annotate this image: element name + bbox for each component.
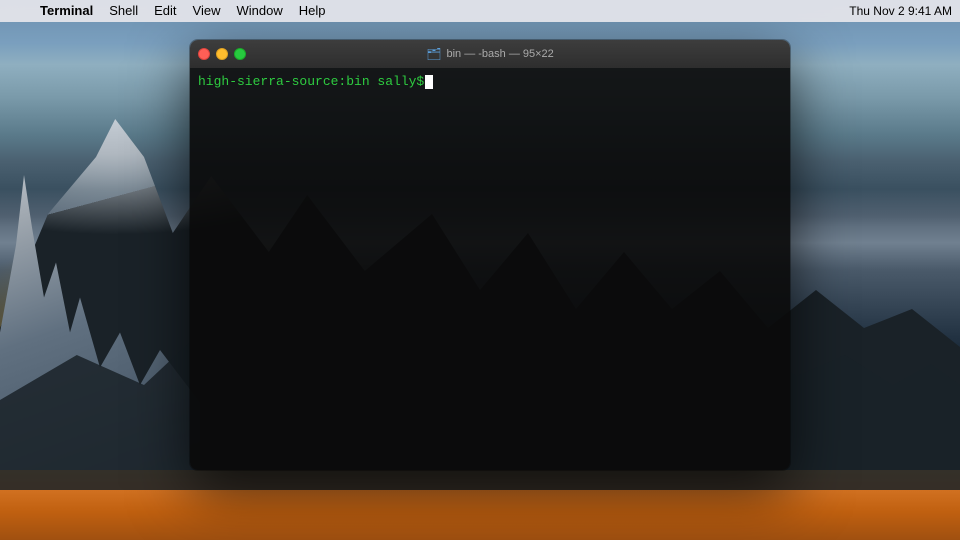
close-button[interactable] — [198, 48, 210, 60]
traffic-lights — [198, 48, 246, 60]
folder-icon: 🗂 — [426, 47, 441, 61]
menu-shell[interactable]: Shell — [101, 0, 146, 22]
mountain-decoration — [0, 140, 200, 490]
ground-decoration — [0, 470, 960, 540]
menubar: Terminal Shell Edit View Window Help Thu… — [0, 0, 960, 22]
terminal-titlebar: 🗂 bin — -bash — 95×22 — [190, 40, 790, 68]
terminal-cursor — [425, 75, 433, 89]
maximize-button[interactable] — [234, 48, 246, 60]
apple-menu[interactable] — [8, 0, 24, 22]
prompt-text: high-sierra-source:bin sally$ — [198, 74, 424, 89]
menubar-right: Thu Nov 2 9:41 AM — [849, 4, 952, 18]
menu-help[interactable]: Help — [291, 0, 334, 22]
menu-view[interactable]: View — [185, 0, 229, 22]
terminal-prompt-line: high-sierra-source:bin sally$ — [198, 74, 782, 89]
menu-edit[interactable]: Edit — [146, 0, 184, 22]
terminal-title-text: bin — -bash — 95×22 — [446, 48, 553, 60]
minimize-button[interactable] — [216, 48, 228, 60]
menu-clock: Thu Nov 2 9:41 AM — [849, 4, 952, 18]
terminal-title: 🗂 bin — -bash — 95×22 — [426, 47, 554, 61]
menu-window[interactable]: Window — [229, 0, 291, 22]
menu-terminal[interactable]: Terminal — [32, 0, 101, 22]
terminal-body[interactable]: high-sierra-source:bin sally$ — [190, 68, 790, 470]
terminal-window: 🗂 bin — -bash — 95×22 high-sierra-source… — [190, 40, 790, 470]
